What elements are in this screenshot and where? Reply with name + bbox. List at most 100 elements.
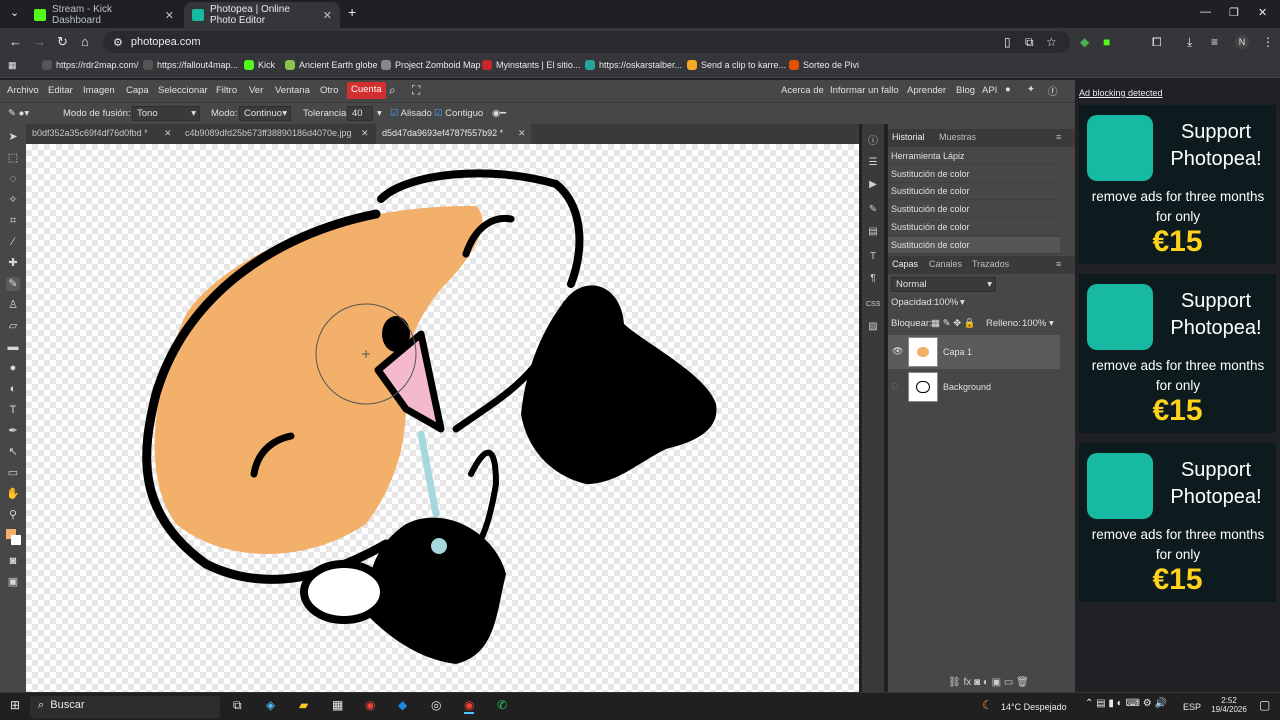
tab-historial[interactable]: Historial	[892, 132, 925, 142]
zoom-tool-icon[interactable]: ⚲	[6, 508, 20, 522]
download-icon[interactable]: ⤓	[1187, 35, 1192, 50]
eye-hidden-icon[interactable]: □	[892, 381, 897, 391]
css-icon[interactable]: CSS	[866, 298, 880, 312]
history-item-current[interactable]: Sustitución de color	[888, 237, 1060, 254]
image-icon[interactable]: ▨	[866, 320, 880, 334]
background-color-swatch[interactable]	[11, 535, 21, 545]
layer-row-background[interactable]: □ Background	[888, 370, 1060, 404]
healing-icon[interactable]: ✚	[6, 256, 20, 270]
eyedropper-icon[interactable]: ⁄	[6, 235, 20, 249]
account-button[interactable]: Cuenta	[347, 82, 386, 99]
tab-trazados[interactable]: Trazados	[972, 259, 1009, 269]
lasso-tool-icon[interactable]: ◌	[6, 172, 20, 186]
menu-capa[interactable]: Capa	[126, 85, 149, 96]
weather-text[interactable]: 14°C Despejado	[1001, 702, 1067, 712]
close-icon[interactable]: ✕	[164, 128, 172, 139]
fill-value[interactable]: 100%	[1022, 318, 1046, 329]
layer-bottom-icons[interactable]: ⛓ fx ◙ ◐ ▣ ▭ 🗑	[948, 677, 1029, 688]
task-view-icon[interactable]: ⧉	[233, 698, 242, 713]
info-icon[interactable]: ⓘ	[866, 135, 880, 149]
doc-tab[interactable]: c4b9089dfd25b673ff38890186d4070e.jpg	[179, 124, 375, 144]
move-tool-icon[interactable]: ➤	[6, 130, 20, 144]
tab-kick[interactable]: Stream - Kick Dashboard ✕	[26, 2, 182, 28]
fill-dropdown-icon[interactable]: ▾	[1049, 318, 1054, 329]
pen-tool-icon[interactable]: ✒	[6, 424, 20, 438]
maximize-icon[interactable]: ❐	[1229, 6, 1239, 19]
taskbar-search[interactable]: ⌕ Buscar	[30, 696, 220, 718]
tab-muestras[interactable]: Muestras	[939, 132, 976, 142]
explorer-icon[interactable]: ▰	[299, 698, 308, 712]
bookmark-item[interactable]: https://oskarstalber...	[585, 60, 682, 70]
forward-icon[interactable]: →	[33, 34, 46, 49]
whatsapp-icon[interactable]: ✆	[497, 698, 507, 712]
menu-report-bug[interactable]: Informar un fallo	[830, 85, 899, 96]
tray-icons[interactable]: ⌃ ▤ ▮ ◐ ⌨ ⚙ 🔊	[1085, 698, 1167, 709]
facebook-icon[interactable]: ⓕ	[1048, 84, 1058, 98]
opacity-dropdown-icon[interactable]: ▾	[960, 297, 965, 308]
menu-imagen[interactable]: Imagen	[83, 85, 115, 96]
bookmark-item[interactable]: https://rdr2map.com/	[42, 60, 139, 70]
chrome-active-icon[interactable]: ◉	[464, 698, 475, 714]
menu-icon[interactable]: ⋮	[1262, 35, 1274, 49]
layer-comps-icon[interactable]: ▤	[866, 225, 880, 239]
stamp-tool-icon[interactable]: ♙	[6, 298, 20, 312]
bookmark-item[interactable]: Kick	[244, 60, 275, 70]
obs-icon[interactable]: ◎	[431, 698, 441, 712]
profile-avatar[interactable]: N	[1235, 35, 1249, 49]
tab-search-icon[interactable]: ⌄	[10, 6, 19, 19]
character-icon[interactable]: T	[866, 250, 880, 264]
extensions-icon[interactable]: ⧠	[1152, 35, 1162, 50]
doc-tab-active[interactable]: d5d47da9693ef4787f557b92 *	[376, 124, 531, 144]
close-icon[interactable]: ✕	[165, 9, 174, 22]
history-item[interactable]: Sustitución de color	[888, 166, 1060, 183]
antialias-checkbox[interactable]: ☑ Alisado	[390, 108, 432, 119]
magic-wand-icon[interactable]: ✧	[6, 193, 20, 207]
chrome-icon[interactable]: ◉	[365, 698, 375, 712]
apps-icon[interactable]: ▦	[8, 60, 17, 71]
language[interactable]: ESP	[1183, 702, 1201, 712]
eraser-icon[interactable]: ▱	[6, 319, 20, 333]
history-item[interactable]: Sustitución de color	[888, 183, 1060, 200]
doc-tab[interactable]: b0df352a35c69f4df76d0fbd *	[26, 124, 179, 144]
new-tab-icon[interactable]: +	[348, 4, 356, 20]
bookmark-item[interactable]: Ancient Earth globe	[285, 60, 378, 70]
close-icon[interactable]: ✕	[361, 128, 369, 139]
hand-tool-icon[interactable]: ✋	[6, 487, 20, 501]
layer-blend-select[interactable]: Normal ▾	[891, 277, 996, 292]
tool-preset-icon[interactable]: ✎ ●▾	[8, 108, 29, 119]
brush-panel-icon[interactable]: ✎	[866, 203, 880, 217]
tab-capas[interactable]: Capas	[892, 259, 918, 269]
minimize-icon[interactable]: —	[1200, 6, 1211, 18]
history-item[interactable]: Sustitución de color	[888, 219, 1060, 236]
reddit-icon[interactable]: ●	[1005, 84, 1011, 95]
history-item[interactable]: Sustitución de color	[888, 201, 1060, 218]
menu-ventana[interactable]: Ventana	[275, 85, 310, 96]
paragraph-icon[interactable]: ¶	[866, 272, 880, 286]
menu-ver[interactable]: Ver	[249, 85, 263, 96]
menu-about[interactable]: Acerca de	[781, 85, 824, 96]
contiguous-checkbox[interactable]: ☑ Contiguo	[434, 108, 483, 119]
canvas-area[interactable]	[26, 144, 859, 692]
app-icon[interactable]: ◆	[398, 698, 407, 712]
bookmark-item[interactable]: Project Zomboid Map	[381, 60, 481, 70]
ad-block-notice[interactable]: Ad blocking detected	[1079, 88, 1163, 98]
tolerance-input[interactable]: 40	[347, 106, 373, 121]
ad-card[interactable]: Support Photopea! remove ads for three m…	[1079, 443, 1276, 602]
home-icon[interactable]: ⌂	[81, 34, 89, 49]
dodge-icon[interactable]: ◐	[6, 382, 20, 396]
back-icon[interactable]: ←	[9, 34, 22, 49]
site-info-icon[interactable]: ⚙	[113, 36, 123, 49]
menu-otro[interactable]: Otro	[320, 85, 338, 96]
menu-seleccionar[interactable]: Seleccionar	[158, 85, 208, 96]
twitter-icon[interactable]: ✦	[1027, 84, 1035, 95]
blur-icon[interactable]: ●	[6, 361, 20, 375]
gradient-icon[interactable]: ▬	[6, 340, 20, 354]
star-icon[interactable]: ☆	[1046, 35, 1057, 49]
bookmark-item[interactable]: Sorteo de Pivi	[789, 60, 859, 70]
menu-archivo[interactable]: Archivo	[7, 85, 39, 96]
close-window-icon[interactable]: ✕	[1258, 6, 1267, 19]
ad-card[interactable]: Support Photopea! remove ads for three m…	[1079, 105, 1276, 264]
properties-icon[interactable]: ☰	[866, 156, 880, 170]
panel-menu-icon[interactable]: ≡	[1056, 132, 1061, 142]
ad-card[interactable]: Support Photopea! remove ads for three m…	[1079, 274, 1276, 433]
